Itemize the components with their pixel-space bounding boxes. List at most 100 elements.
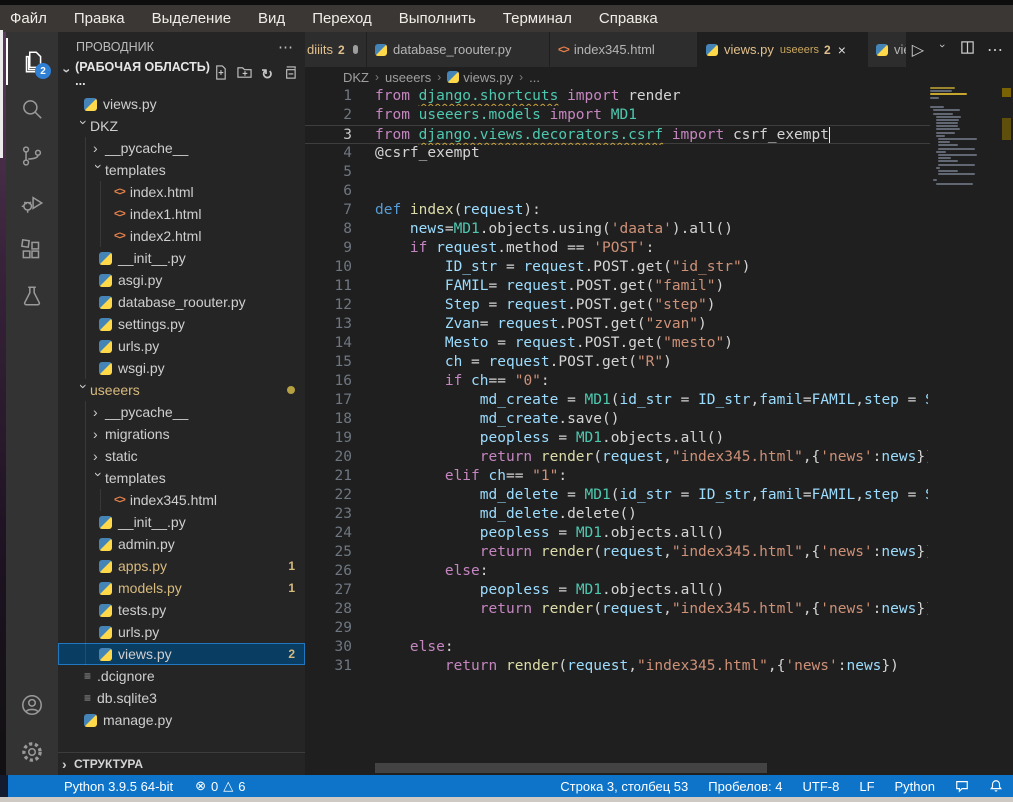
search-icon[interactable] — [6, 85, 58, 132]
tree-item[interactable]: ›DKZ — [58, 115, 305, 137]
tree-item[interactable]: ›__pycache__ — [58, 137, 305, 159]
tree-item[interactable]: <>index.html — [58, 181, 305, 203]
more-actions-icon[interactable]: ⋯ — [987, 40, 1003, 60]
editor-tab[interactable]: views.pyuseeers2× — [698, 32, 868, 67]
tree-item[interactable]: database_roouter.py — [58, 291, 305, 313]
outline-section-header[interactable]: › СТРУКТУРА — [58, 752, 305, 775]
tree-item[interactable]: <>index2.html — [58, 225, 305, 247]
tree-item[interactable]: ≡.dcignore — [58, 665, 305, 687]
code-line[interactable]: 19 peopless = MD1.objects.all() — [305, 429, 1000, 448]
code-line[interactable]: 1from django.shortcuts import render — [305, 87, 1000, 106]
collapse-all-icon[interactable] — [282, 65, 297, 83]
code-line[interactable]: 16 if ch== "0": — [305, 372, 1000, 391]
explorer-more-icon[interactable]: ⋯ — [278, 38, 293, 56]
tree-item[interactable]: __init__.py — [58, 247, 305, 269]
problems-indicator[interactable]: ⊗ 0 △ 6 — [195, 778, 245, 794]
tree-item[interactable]: models.py1 — [58, 577, 305, 599]
editor-tab[interactable]: <>index345.html — [550, 32, 698, 67]
code-line[interactable]: 29 — [305, 619, 1000, 638]
code-line[interactable]: 25 return render(request,"index345.html"… — [305, 543, 1000, 562]
tree-item[interactable]: wsgi.py — [58, 357, 305, 379]
run-file-icon[interactable]: ▷ — [912, 40, 924, 60]
menu-item[interactable]: Правка — [74, 10, 125, 27]
feedback-icon[interactable] — [955, 779, 969, 793]
new-file-icon[interactable] — [213, 65, 228, 83]
code-line[interactable]: 15 ch = request.POST.get("R") — [305, 353, 1000, 372]
account-icon[interactable] — [6, 681, 58, 728]
code-line[interactable]: 18 md_create.save() — [305, 410, 1000, 429]
code-line[interactable]: 24 peopless = MD1.objects.all() — [305, 524, 1000, 543]
tree-item[interactable]: ›templates — [58, 159, 305, 181]
code-line[interactable]: 8 news=MD1.objects.using('daata').all() — [305, 220, 1000, 239]
code-line[interactable]: 17 md_create = MD1(id_str = ID_str,famil… — [305, 391, 1000, 410]
tree-item[interactable]: views.py — [58, 93, 305, 115]
code-line[interactable]: 13 Zvan= request.POST.get("zvan") — [305, 315, 1000, 334]
code-line[interactable]: 12 Step = request.POST.get("step") — [305, 296, 1000, 315]
tree-item[interactable]: urls.py — [58, 621, 305, 643]
code-line[interactable]: 23 md_delete.delete() — [305, 505, 1000, 524]
tree-item[interactable]: ≡db.sqlite3 — [58, 687, 305, 709]
source-control-icon[interactable] — [6, 132, 58, 179]
code-line[interactable]: 26 else: — [305, 562, 1000, 581]
tree-item[interactable]: settings.py — [58, 313, 305, 335]
new-folder-icon[interactable] — [237, 65, 252, 83]
explorer-icon[interactable]: 2 — [6, 38, 58, 85]
menu-item[interactable]: Справка — [599, 10, 658, 27]
menu-item[interactable]: Терминал — [503, 10, 572, 27]
code-line[interactable]: 4@csrf_exempt — [305, 144, 1000, 163]
code-line[interactable]: 20 return render(request,"index345.html"… — [305, 448, 1000, 467]
tree-item[interactable]: __init__.py — [58, 511, 305, 533]
menu-item[interactable]: Переход — [312, 10, 372, 27]
minimap[interactable] — [930, 85, 1000, 705]
settings-gear-icon[interactable] — [6, 728, 58, 775]
tree-item[interactable]: ›static — [58, 445, 305, 467]
code-line[interactable]: 5 — [305, 163, 1000, 182]
python-interpreter[interactable]: Python 3.9.5 64-bit — [64, 779, 173, 794]
code-line[interactable]: 22 md_delete = MD1(id_str = ID_str,famil… — [305, 486, 1000, 505]
status-item[interactable]: LF — [859, 779, 874, 794]
code-line[interactable]: 6 — [305, 182, 1000, 201]
run-dropdown-icon[interactable]: › — [936, 44, 948, 56]
refresh-icon[interactable]: ↻ — [261, 67, 273, 81]
extensions-icon[interactable] — [6, 226, 58, 273]
code-area[interactable]: 1from django.shortcuts import render2fro… — [305, 87, 1000, 676]
breadcrumb-item[interactable]: views.py — [447, 70, 513, 85]
split-editor-icon[interactable] — [960, 40, 975, 60]
close-icon[interactable]: × — [838, 42, 846, 58]
breadcrumb-item[interactable]: ... — [529, 70, 540, 85]
breadcrumb-item[interactable]: DKZ — [343, 70, 369, 85]
tree-item[interactable]: ›templates — [58, 467, 305, 489]
tree-item[interactable]: ›__pycache__ — [58, 401, 305, 423]
code-line[interactable]: 21 elif ch== "1": — [305, 467, 1000, 486]
editor-tab[interactable]: diiits2 — [305, 32, 367, 67]
code-line[interactable]: 27 peopless = MD1.objects.all() — [305, 581, 1000, 600]
tree-item[interactable]: apps.py1 — [58, 555, 305, 577]
tree-item[interactable]: manage.py — [58, 709, 305, 731]
breadcrumb-item[interactable]: useeers — [385, 70, 431, 85]
status-item[interactable]: Python — [895, 779, 935, 794]
menu-item[interactable]: Файл — [10, 10, 47, 27]
status-item[interactable]: Пробелов: 4 — [708, 779, 782, 794]
tree-item[interactable]: ›migrations — [58, 423, 305, 445]
code-line[interactable]: 9 if request.method == 'POST': — [305, 239, 1000, 258]
code-line[interactable]: 28 return render(request,"index345.html"… — [305, 600, 1000, 619]
testing-icon[interactable] — [6, 273, 58, 320]
code-line[interactable]: 30 else: — [305, 638, 1000, 657]
menu-item[interactable]: Выполнить — [399, 10, 476, 27]
tree-item[interactable]: views.py2 — [58, 643, 305, 665]
tree-item[interactable]: admin.py — [58, 533, 305, 555]
status-item[interactable]: Строка 3, столбец 53 — [560, 779, 688, 794]
horizontal-scrollbar[interactable] — [375, 763, 767, 773]
status-item[interactable]: UTF-8 — [803, 779, 840, 794]
tree-item[interactable]: <>index1.html — [58, 203, 305, 225]
code-line[interactable]: 7def index(request): — [305, 201, 1000, 220]
code-line[interactable]: 31 return render(request,"index345.html"… — [305, 657, 1000, 676]
tree-item[interactable]: urls.py — [58, 335, 305, 357]
menu-item[interactable]: Вид — [258, 10, 285, 27]
tree-item[interactable]: asgi.py — [58, 269, 305, 291]
tree-item[interactable]: <>index345.html — [58, 489, 305, 511]
vertical-scrollbar[interactable] — [1000, 67, 1013, 775]
notifications-bell-icon[interactable] — [989, 779, 1003, 793]
editor-tab[interactable]: database_roouter.py — [367, 32, 550, 67]
tree-item[interactable]: tests.py — [58, 599, 305, 621]
